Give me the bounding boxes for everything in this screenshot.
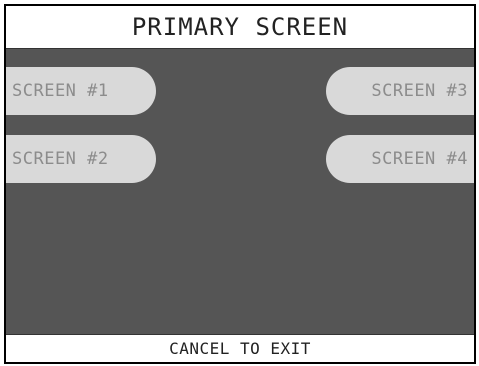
screen-4-button[interactable]: SCREEN #4 (326, 135, 474, 183)
cancel-hint: CANCEL TO EXIT (169, 339, 311, 358)
title-bar: PRIMARY SCREEN (6, 6, 474, 49)
atm-screen-frame: PRIMARY SCREEN SCREEN #1 SCREEN #2 SCREE… (4, 4, 476, 364)
screen-1-button-label: SCREEN #1 (12, 81, 109, 101)
screen-2-button-label: SCREEN #2 (12, 149, 109, 169)
footer-bar: CANCEL TO EXIT (6, 334, 474, 362)
screen-3-button-label: SCREEN #3 (371, 81, 468, 101)
screen-1-button[interactable]: SCREEN #1 (6, 67, 156, 115)
screen-4-button-label: SCREEN #4 (371, 149, 468, 169)
page-title: PRIMARY SCREEN (131, 13, 349, 41)
screen-2-button[interactable]: SCREEN #2 (6, 135, 156, 183)
main-area: SCREEN #1 SCREEN #2 SCREEN #3 SCREEN #4 (6, 49, 474, 335)
screen-3-button[interactable]: SCREEN #3 (326, 67, 474, 115)
